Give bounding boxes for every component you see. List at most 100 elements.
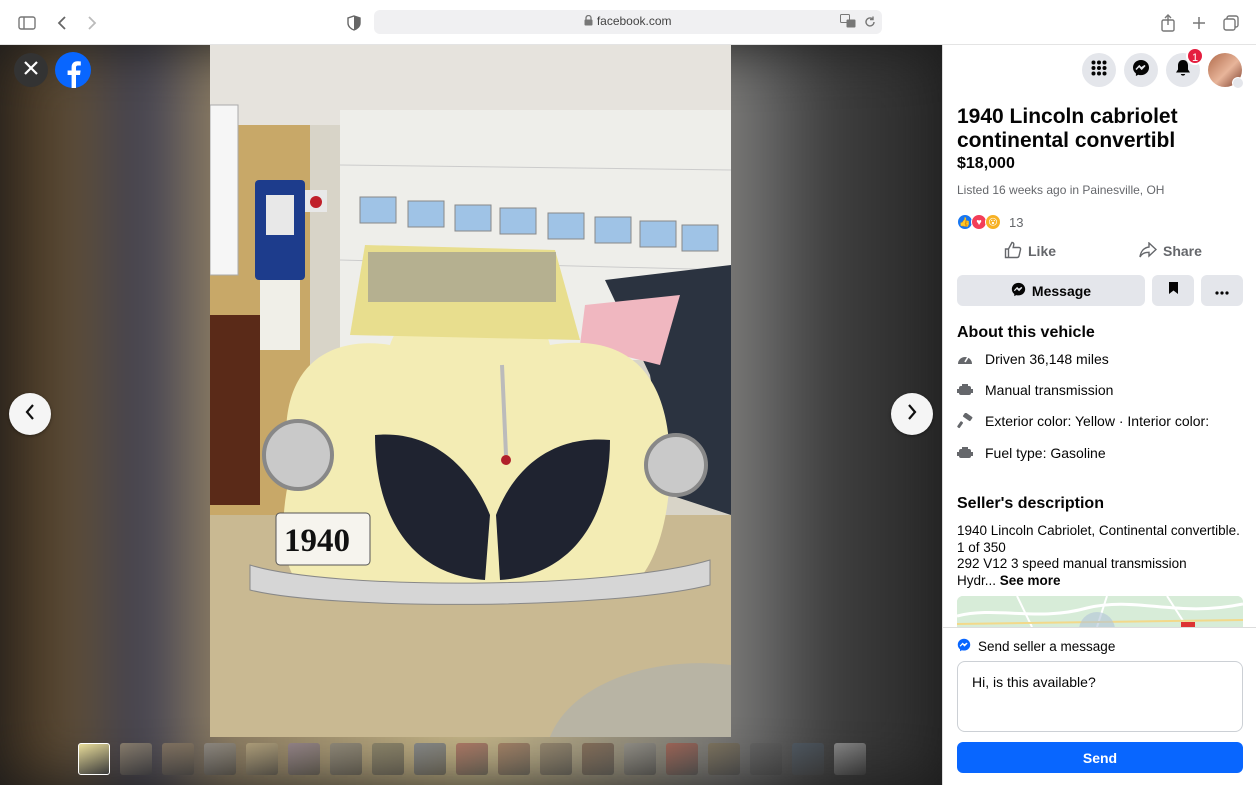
share-icon[interactable] (1157, 12, 1179, 34)
new-tab-icon[interactable] (1188, 12, 1210, 34)
send-label-text: Send seller a message (978, 639, 1116, 654)
spec-text: Driven 36,148 miles (985, 351, 1109, 367)
photo-thumbnail[interactable] (414, 743, 446, 775)
photo-thumbnail[interactable] (78, 743, 110, 775)
photo-thumbnail[interactable] (708, 743, 740, 775)
close-icon (24, 60, 38, 80)
facebook-logo[interactable] (55, 52, 91, 88)
reload-icon[interactable] (864, 15, 876, 33)
messenger-button[interactable] (1124, 53, 1158, 87)
spec-text: Fuel type: Gasoline (985, 445, 1106, 461)
forward-icon[interactable] (81, 12, 103, 34)
back-icon[interactable] (51, 12, 73, 34)
chevron-down-icon (1232, 77, 1244, 89)
spec-text: Manual transmission (985, 382, 1114, 398)
spec-fuel: Fuel type: Gasoline (957, 445, 1106, 461)
photo-thumbnail[interactable] (162, 743, 194, 775)
messenger-icon (1011, 282, 1026, 300)
photo-thumbnail[interactable] (582, 743, 614, 775)
photo-thumbnail[interactable] (246, 743, 278, 775)
location-map[interactable] (957, 596, 1243, 627)
next-photo-button[interactable] (891, 393, 933, 435)
more-dots-icon (1215, 282, 1229, 300)
send-button[interactable]: Send (957, 742, 1243, 773)
avatar[interactable] (1208, 53, 1244, 89)
listing-meta: Listed 16 weeks ago in Painesville, OH (957, 183, 1165, 197)
listing-title: 1940 Lincoln cabriolet continental conve… (957, 105, 1178, 152)
paint-icon (957, 413, 973, 429)
photo-thumbnail[interactable] (834, 743, 866, 775)
address-text: facebook.com (374, 14, 882, 28)
messenger-icon (957, 638, 971, 655)
listing-panel: 1 1940 Lincoln cabriolet continental con… (942, 45, 1256, 785)
spec-transmission: Manual transmission (957, 382, 1113, 398)
photo-thumbnail[interactable] (120, 743, 152, 775)
photo-thumbnail[interactable] (498, 743, 530, 775)
send-seller-label: Send seller a message (957, 638, 1115, 655)
photo-thumbnail[interactable] (372, 743, 404, 775)
browser-toolbar: facebook.com (0, 0, 1256, 45)
spec-text: Exterior color: Yellow · Interior color: (985, 413, 1210, 429)
translate-icon[interactable] (840, 14, 856, 33)
photo-thumbnail[interactable] (288, 743, 320, 775)
photo-thumbnail[interactable] (540, 743, 572, 775)
tabs-overview-icon[interactable] (1220, 12, 1242, 34)
message-label: Message (1031, 282, 1092, 299)
photo-thumbnail[interactable] (330, 743, 362, 775)
photo-thumbnail[interactable] (624, 743, 656, 775)
seller-description-heading: Seller's description (957, 495, 1104, 512)
notification-badge: 1 (1186, 47, 1204, 65)
more-options-button[interactable] (1201, 275, 1243, 306)
thumbs-up-icon (1004, 241, 1022, 262)
description-truncated: Hydr... (957, 572, 997, 588)
like-button[interactable]: Like (1004, 241, 1056, 261)
listing-price: $18,000 (957, 155, 1015, 172)
thumbnail-strip (78, 743, 866, 777)
spec-mileage: Driven 36,148 miles (957, 351, 1109, 367)
fuel-icon (957, 445, 973, 461)
share-label: Share (1163, 243, 1202, 259)
see-more-link[interactable]: See more (1000, 573, 1061, 588)
address-bar[interactable]: facebook.com (374, 10, 882, 34)
photo-thumbnail[interactable] (792, 743, 824, 775)
wow-reaction-icon: 😮 (985, 214, 1001, 230)
description-line: Hydr... See more (957, 573, 1251, 590)
save-button[interactable] (1152, 275, 1194, 306)
header-icons: 1 (1082, 47, 1244, 89)
photo-viewer: 1940 (0, 45, 942, 785)
bookmark-icon (1168, 281, 1179, 300)
like-label: Like (1028, 243, 1057, 259)
message-button[interactable]: Message (957, 275, 1145, 306)
transmission-icon (957, 382, 973, 398)
chevron-right-icon (906, 403, 918, 426)
menu-button[interactable] (1082, 53, 1116, 87)
car-photo: 1940 (210, 45, 731, 737)
sidebar-icon[interactable] (16, 12, 38, 34)
reactions-summary[interactable]: 👍 ♥ 😮 13 (957, 214, 1023, 230)
chevron-left-icon (24, 403, 36, 426)
photo-thumbnail[interactable] (204, 743, 236, 775)
menu-grid-icon (1091, 60, 1107, 81)
description-line: 1 of 350 (957, 539, 1006, 555)
lock-icon (584, 14, 596, 28)
share-arrow-icon (1139, 240, 1158, 261)
close-button[interactable] (14, 53, 48, 87)
svg-text:1940: 1940 (284, 523, 350, 559)
previous-photo-button[interactable] (9, 393, 51, 435)
seller-description: 1940 Lincoln Cabriolet, Continental conv… (957, 523, 1251, 589)
privacy-shield-icon[interactable] (343, 12, 365, 34)
speedometer-icon (957, 351, 973, 367)
message-input[interactable]: Hi, is this available? (957, 661, 1243, 732)
description-line: 292 V12 3 speed manual transmission (957, 556, 1187, 571)
messenger-icon (1132, 59, 1150, 82)
about-heading: About this vehicle (957, 324, 1095, 341)
share-button[interactable]: Share (1139, 240, 1202, 261)
description-line: 1940 Lincoln Cabriolet, Continental conv… (957, 523, 1240, 538)
photo-thumbnail[interactable] (750, 743, 782, 775)
notifications-button[interactable]: 1 (1166, 47, 1204, 87)
reaction-count: 13 (1009, 214, 1024, 230)
spec-color: Exterior color: Yellow · Interior color: (957, 413, 1209, 429)
photo-thumbnail[interactable] (666, 743, 698, 775)
url-text: facebook.com (596, 14, 672, 28)
photo-thumbnail[interactable] (456, 743, 488, 775)
